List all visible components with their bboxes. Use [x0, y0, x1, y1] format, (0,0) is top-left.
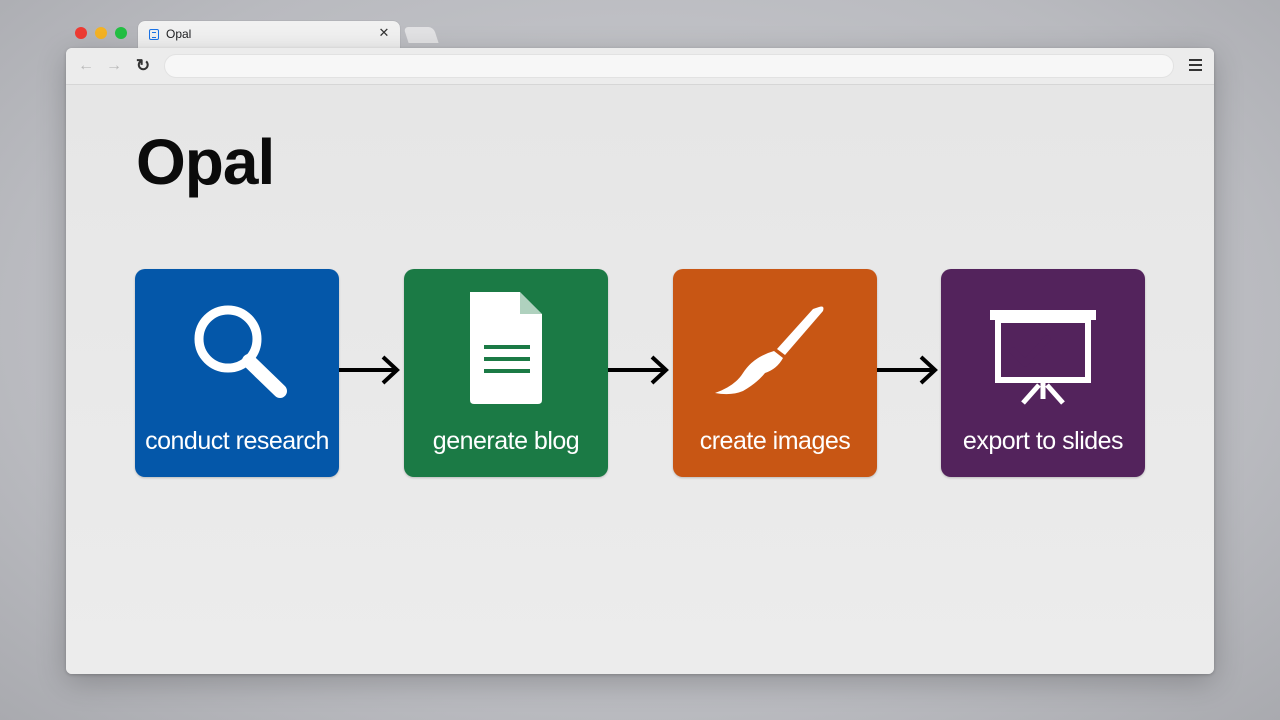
- tab-strip: Opal ✕: [66, 18, 1214, 48]
- reload-icon[interactable]: ↻: [133, 56, 153, 76]
- tab-opal[interactable]: Opal ✕: [138, 21, 400, 48]
- workflow-card-export-to-slides[interactable]: export to slides: [941, 269, 1145, 477]
- hamburger-menu-icon[interactable]: [1189, 59, 1202, 71]
- back-arrow-icon[interactable]: ←: [76, 56, 96, 76]
- card-label: conduct research: [145, 427, 329, 455]
- card-label: export to slides: [962, 427, 1124, 455]
- arrow-icon: [877, 355, 941, 385]
- card-label: create images: [699, 427, 851, 455]
- page-title: Opal: [136, 126, 275, 198]
- tab-title: Opal: [166, 27, 192, 41]
- paintbrush-icon: [715, 306, 824, 395]
- presentation-icon: [990, 310, 1096, 405]
- magnifier-icon: [194, 305, 287, 398]
- workflow-card-create-images[interactable]: create images: [673, 269, 877, 477]
- workflow-card-generate-blog[interactable]: generate blog: [404, 269, 608, 477]
- card-label: generate blog: [432, 427, 580, 455]
- workflow-card-conduct-research[interactable]: conduct research: [135, 269, 339, 477]
- address-bar[interactable]: [164, 54, 1174, 78]
- arrow-icon: [339, 355, 403, 385]
- document-icon: [470, 292, 542, 404]
- browser-toolbar: ← → ↻: [66, 48, 1214, 85]
- arrow-icon: [608, 355, 672, 385]
- close-icon[interactable]: ✕: [376, 25, 392, 41]
- minimize-window-button[interactable]: [95, 27, 107, 39]
- new-tab-button[interactable]: [403, 27, 439, 43]
- browser-window: ← → ↻ Opal conduct research generate blo…: [66, 48, 1214, 674]
- page-content: Opal conduct research generate blog crea…: [66, 85, 1214, 674]
- maximize-window-button[interactable]: [115, 27, 127, 39]
- close-window-button[interactable]: [75, 27, 87, 39]
- doc-icon: [149, 29, 159, 40]
- forward-arrow-icon[interactable]: →: [104, 56, 124, 76]
